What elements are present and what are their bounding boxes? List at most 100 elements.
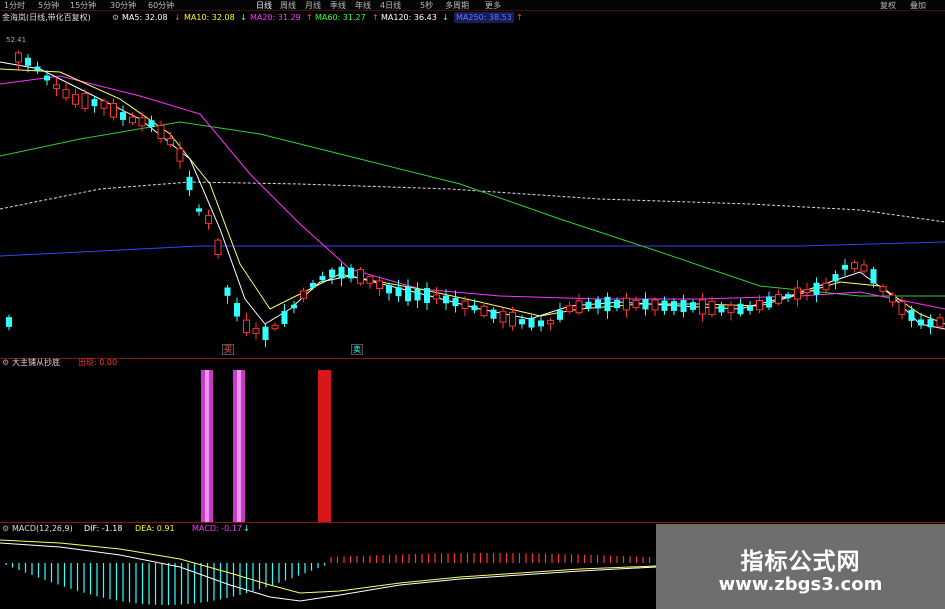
candlestick bbox=[690, 299, 696, 313]
candlestick bbox=[262, 323, 269, 348]
candle-body bbox=[879, 286, 887, 292]
candle-body bbox=[727, 304, 735, 314]
candle-body bbox=[908, 309, 915, 321]
period-tab-4day[interactable]: 4日线 bbox=[380, 0, 401, 11]
candle-body bbox=[794, 287, 801, 300]
candle-body bbox=[148, 120, 155, 128]
candlestick bbox=[775, 289, 782, 306]
candle-body bbox=[785, 294, 791, 299]
period-tab-multi[interactable]: 多周期 bbox=[445, 0, 469, 11]
candle-body bbox=[34, 66, 41, 71]
candle-body bbox=[766, 296, 772, 308]
period-tab-5min[interactable]: 5分钟 bbox=[38, 0, 59, 11]
period-tab-30min[interactable]: 30分钟 bbox=[110, 0, 136, 11]
candle-body bbox=[708, 300, 716, 316]
candlestick bbox=[53, 77, 60, 97]
candle-body bbox=[433, 294, 440, 300]
candle-body bbox=[205, 215, 212, 224]
ma250-line bbox=[0, 241, 945, 257]
candle-body bbox=[936, 317, 944, 328]
candle-body bbox=[699, 299, 706, 315]
candle-body bbox=[718, 305, 725, 313]
candle-body bbox=[291, 304, 297, 309]
candle-body bbox=[557, 310, 563, 320]
period-tab-15min[interactable]: 15分钟 bbox=[70, 0, 96, 11]
candlestick bbox=[842, 258, 848, 276]
watermark-overlay: 指标公式网 www.zbgs3.com bbox=[656, 524, 945, 609]
candle-body bbox=[300, 290, 307, 299]
candle-body bbox=[870, 269, 877, 284]
ma60-legend: MA60: 31.27 bbox=[315, 13, 366, 22]
candlestick bbox=[822, 277, 830, 293]
ma250-arrow: ↑ bbox=[516, 13, 523, 22]
period-tab-quarterly[interactable]: 季线 bbox=[330, 0, 346, 11]
candle-body bbox=[348, 267, 354, 279]
candlestick bbox=[433, 287, 440, 305]
candlestick bbox=[737, 298, 744, 317]
candlestick bbox=[6, 314, 12, 331]
macd-dif: DIF: -1.18 bbox=[84, 524, 123, 533]
ma120-legend: MA120: 36.43 bbox=[381, 13, 437, 22]
macd-name: MACD(12,26,9) bbox=[12, 524, 73, 533]
candlestick bbox=[348, 264, 354, 283]
candlestick bbox=[575, 293, 583, 315]
candle-body bbox=[452, 297, 459, 307]
ma250-legend: MA250: 38.53 bbox=[454, 12, 514, 23]
candle-body bbox=[157, 124, 165, 140]
candle-body bbox=[243, 319, 250, 334]
candlestick bbox=[234, 297, 240, 322]
candlestick bbox=[15, 50, 22, 70]
buy-signal-marker: 买 bbox=[222, 344, 234, 355]
candle-body bbox=[357, 269, 364, 284]
gear-icon[interactable]: ⚙ bbox=[2, 523, 9, 535]
period-tab-monthly[interactable]: 月线 bbox=[305, 0, 321, 11]
candlestick bbox=[357, 267, 364, 286]
candlestick bbox=[671, 298, 677, 316]
gear-icon[interactable]: ⚙ bbox=[2, 358, 9, 368]
period-tab-5sec[interactable]: 5秒 bbox=[420, 0, 433, 11]
candle-body bbox=[234, 303, 240, 317]
watermark-url: www.zbgs3.com bbox=[718, 574, 883, 595]
candlestick bbox=[727, 301, 735, 321]
candle-body bbox=[614, 300, 620, 308]
candle-body bbox=[405, 286, 411, 302]
period-tab-yearly[interactable]: 年线 bbox=[355, 0, 371, 11]
candlestick bbox=[424, 282, 430, 310]
candle-body bbox=[860, 264, 868, 272]
period-tab-60min[interactable]: 60分钟 bbox=[148, 0, 174, 11]
macd-arrow: ↓ bbox=[243, 524, 250, 533]
candle-body bbox=[842, 264, 848, 270]
candlestick bbox=[443, 289, 449, 311]
overlay-button[interactable]: 叠加 bbox=[910, 0, 926, 11]
main-chart-legend: 金海岚(日线,带化百复权) ⚙ MA5: 32.08 ↓ MA10: 32.08… bbox=[0, 12, 945, 23]
watermark-title: 指标公式网 bbox=[740, 549, 861, 575]
candle-body bbox=[176, 148, 184, 162]
candlestick bbox=[747, 300, 753, 315]
period-tab-daily[interactable]: 日线 bbox=[256, 0, 272, 11]
candlestick bbox=[252, 322, 260, 340]
candlestick bbox=[832, 270, 839, 290]
candlestick bbox=[405, 279, 411, 306]
gear-icon[interactable]: ⚙ bbox=[112, 12, 119, 23]
candle-body bbox=[585, 301, 592, 309]
restore-rights-button[interactable]: 复权 bbox=[880, 0, 896, 11]
candlestick bbox=[718, 301, 725, 316]
period-tab-weekly[interactable]: 周线 bbox=[280, 0, 296, 11]
candle-body bbox=[167, 138, 174, 145]
period-tab-more[interactable]: 更多 bbox=[485, 0, 501, 11]
candlestick bbox=[803, 282, 811, 301]
sell-signal-bar bbox=[318, 370, 331, 522]
period-tab-1min[interactable]: 1分时 bbox=[4, 0, 25, 11]
candlestick bbox=[585, 297, 592, 312]
candlestick-chart[interactable] bbox=[0, 24, 945, 358]
candlestick bbox=[604, 292, 611, 319]
candlestick bbox=[452, 290, 459, 313]
ma20-line bbox=[0, 75, 945, 310]
signal-indicator-panel[interactable] bbox=[0, 368, 945, 522]
candlestick-panel[interactable]: 52.41 买 卖 bbox=[0, 24, 945, 358]
candle-body bbox=[604, 296, 611, 312]
candle-body bbox=[25, 57, 31, 66]
candlestick bbox=[851, 259, 858, 273]
candle-body bbox=[642, 298, 649, 310]
candlestick bbox=[766, 291, 772, 311]
